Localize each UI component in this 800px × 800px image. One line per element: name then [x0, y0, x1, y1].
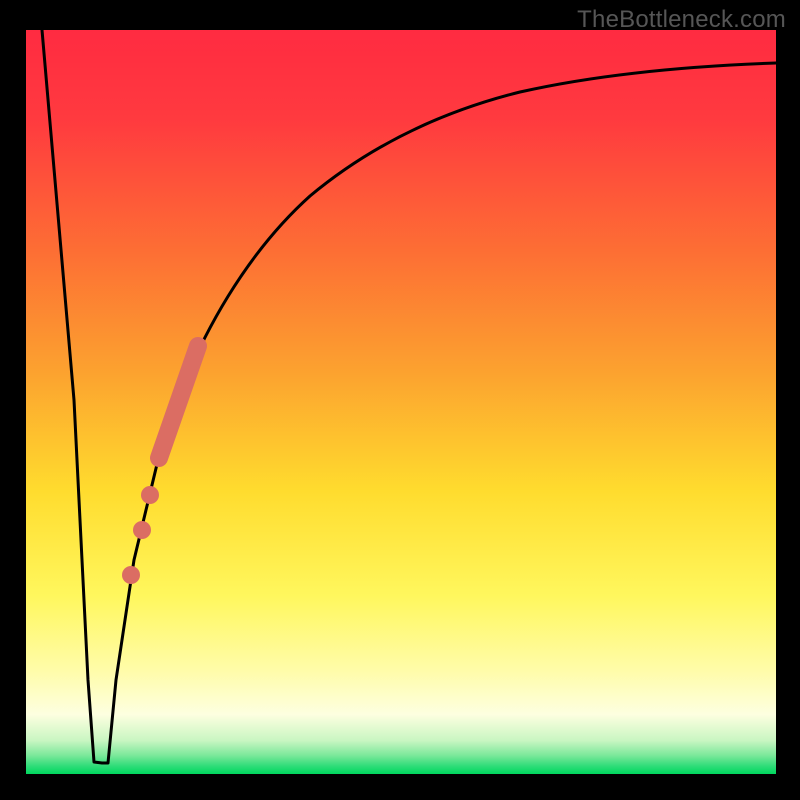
attribution-label: TheBottleneck.com	[577, 6, 786, 34]
marker-dot-1	[141, 486, 159, 504]
marker-dot-2	[133, 521, 151, 539]
marker-dot-3	[122, 566, 140, 584]
chart-frame: TheBottleneck.com	[0, 0, 800, 800]
bottleneck-chart	[0, 0, 800, 800]
plot-area	[26, 30, 776, 774]
